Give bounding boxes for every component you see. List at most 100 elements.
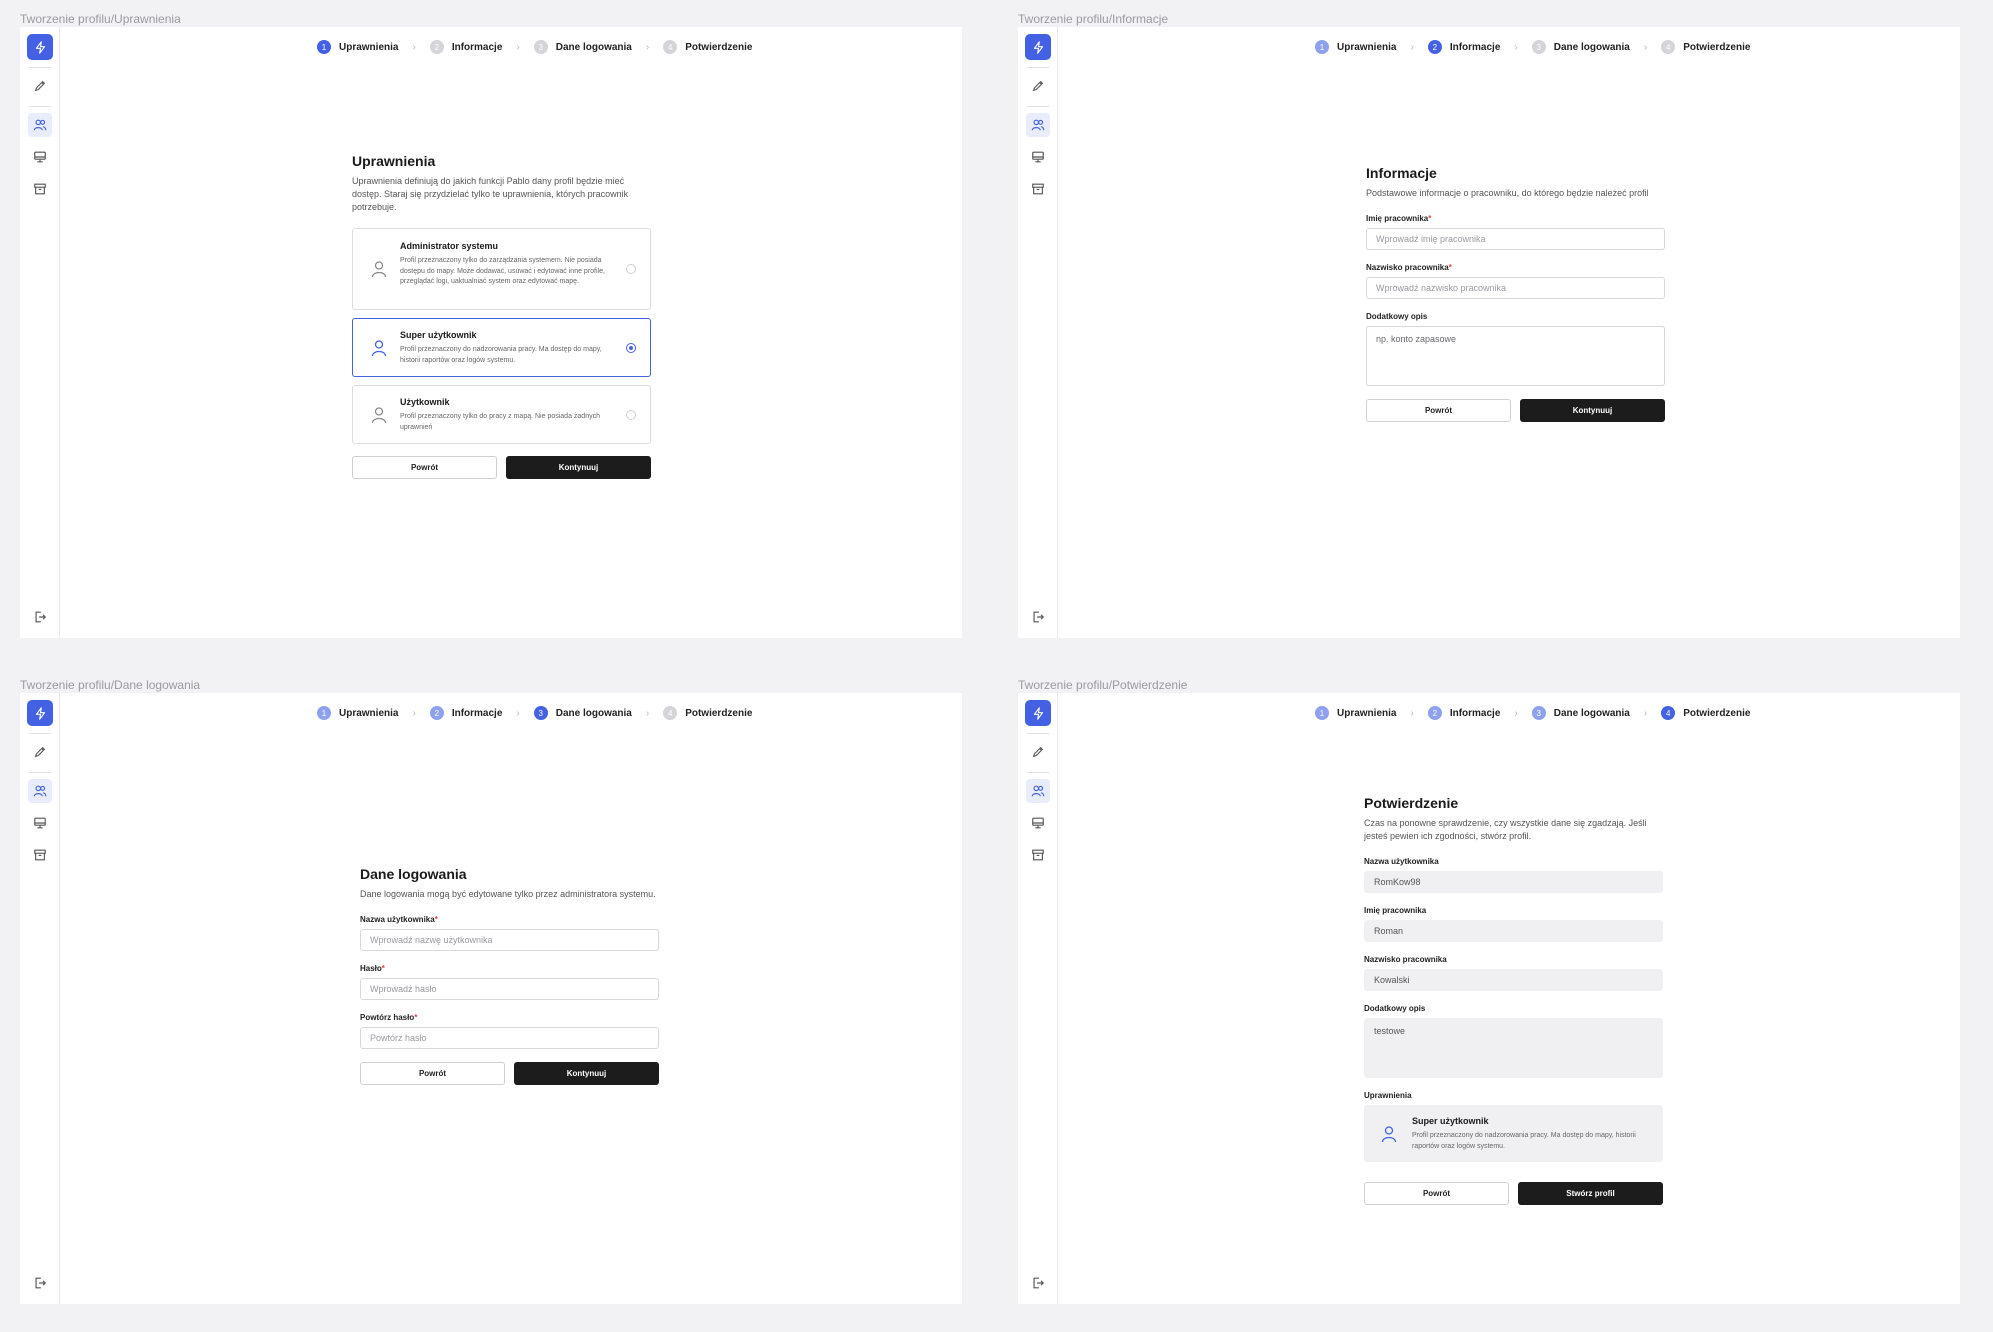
- bolt-icon[interactable]: [27, 700, 53, 726]
- bolt-icon[interactable]: [27, 34, 53, 60]
- permission-title: Super użytkownik: [1412, 1116, 1489, 1126]
- step-potwierdzenie[interactable]: 4 Potwierdzenie: [1661, 40, 1750, 54]
- bolt-icon[interactable]: [1025, 700, 1051, 726]
- step-number: 2: [429, 706, 444, 720]
- option-user[interactable]: Użytkownik Profil przeznaczony tylko do …: [352, 385, 651, 444]
- back-button[interactable]: Powrót: [1366, 399, 1511, 422]
- chevron-right-icon: ›: [412, 41, 416, 53]
- archive-icon[interactable]: [28, 843, 52, 867]
- monitor-icon[interactable]: [1026, 145, 1050, 169]
- step-label: Potwierdzenie: [1683, 707, 1751, 719]
- extra-description-label: Dodatkowy opis: [1364, 1004, 1426, 1013]
- repeat-password-input[interactable]: Powtórz hasło: [360, 1027, 659, 1049]
- step-label: Informacje: [451, 41, 503, 53]
- logout-icon[interactable]: [28, 605, 52, 629]
- step-informacje[interactable]: 2 Informacje: [1427, 706, 1500, 720]
- username-value: RomKow98: [1364, 871, 1663, 893]
- continue-button[interactable]: Kontynuuj: [506, 456, 651, 479]
- option-title: Użytkownik: [400, 397, 450, 407]
- first-name-label: Imię pracownika: [1364, 906, 1427, 915]
- pencil-icon[interactable]: [1026, 74, 1050, 98]
- users-icon[interactable]: [1026, 779, 1050, 803]
- extra-description-value: testowe: [1364, 1018, 1663, 1078]
- step-dane-logowania[interactable]: 3 Dane logowania: [533, 706, 632, 720]
- sidebar-divider: [1027, 772, 1049, 773]
- back-button[interactable]: Powrót: [360, 1062, 505, 1085]
- back-button[interactable]: Powrót: [352, 456, 497, 479]
- back-button[interactable]: Powrót: [1364, 1182, 1509, 1205]
- password-input[interactable]: Wprowadź hasło: [360, 978, 659, 1000]
- option-text: Użytkownik Profil przeznaczony tylko do …: [400, 397, 614, 433]
- step-potwierdzenie[interactable]: 4 Potwierdzenie: [1661, 706, 1750, 720]
- permission-text: Super użytkownik Profil przeznaczony do …: [1412, 1116, 1653, 1152]
- step-label: Dane logowania: [1553, 707, 1630, 719]
- step-informacje[interactable]: 2 Informacje: [1427, 40, 1500, 54]
- radio-super-user[interactable]: [626, 342, 636, 353]
- step-potwierdzenie[interactable]: 4 Potwierdzenie: [663, 706, 752, 720]
- permission-description: Profil przeznaczony do nadzorowania prac…: [1412, 1132, 1636, 1150]
- step-informacje[interactable]: 2 Informacje: [429, 706, 502, 720]
- step-uprawnienia[interactable]: 1 Uprawnienia: [317, 706, 398, 720]
- step-potwierdzenie[interactable]: 4 Potwierdzenie: [663, 40, 752, 54]
- sidebar: [1018, 27, 1058, 638]
- option-super-user[interactable]: Super użytkownik Profil przeznaczony do …: [352, 318, 651, 377]
- step-number: 2: [429, 40, 444, 54]
- archive-icon[interactable]: [1026, 177, 1050, 201]
- monitor-icon[interactable]: [28, 145, 52, 169]
- step-number: 3: [533, 40, 548, 54]
- step-number: 3: [1531, 706, 1546, 720]
- radio-admin[interactable]: [626, 264, 636, 274]
- step-label: Potwierdzenie: [685, 707, 753, 719]
- button-row: Powrót Kontynuuj: [360, 1062, 659, 1085]
- step-uprawnienia[interactable]: 1 Uprawnienia: [1315, 706, 1396, 720]
- frame-informacje: 1 Uprawnienia › 2 Informacje › 3 Dane logow…: [1018, 27, 1960, 638]
- step-number: 4: [663, 706, 678, 720]
- step-label: Dane logowania: [555, 707, 632, 719]
- logout-icon[interactable]: [1026, 605, 1050, 629]
- step-number: 1: [1315, 706, 1329, 720]
- logout-icon[interactable]: [28, 1271, 52, 1295]
- step-informacje[interactable]: 2 Informacje: [429, 40, 503, 54]
- logout-icon[interactable]: [1026, 1271, 1050, 1295]
- monitor-icon[interactable]: [1026, 811, 1050, 835]
- permissions-label: Uprawnienia: [1364, 1091, 1412, 1100]
- frame-label-informacje: Tworzenie profilu/Informacje: [1018, 12, 1169, 26]
- pencil-icon[interactable]: [28, 74, 52, 98]
- option-admin[interactable]: Administrator systemu Profil przeznaczon…: [352, 228, 651, 310]
- step-dane-logowania[interactable]: 3 Dane logowania: [1531, 706, 1630, 720]
- archive-icon[interactable]: [1026, 843, 1050, 867]
- information-form: Informacje Podstawowe informacje o praco…: [1366, 165, 1665, 422]
- continue-button[interactable]: Kontynuuj: [514, 1062, 659, 1085]
- login-data-form: Dane logowania Dane logowania mogą być e…: [360, 866, 659, 1085]
- pencil-icon[interactable]: [28, 740, 52, 764]
- first-name-input[interactable]: Wprowadź imię pracownika: [1366, 228, 1665, 250]
- step-label: Potwierdzenie: [685, 41, 753, 53]
- continue-button[interactable]: Kontynuuj: [1520, 399, 1665, 422]
- username-input[interactable]: Wprowadź nazwę użytkownika: [360, 929, 659, 951]
- step-uprawnienia[interactable]: 1 Uprawnienia: [317, 40, 398, 54]
- stepper: 1 Uprawnienia › 2 Informacje › 3 Dane logow…: [1315, 39, 1750, 55]
- page-title: Potwierdzenie: [1364, 795, 1459, 811]
- step-uprawnienia[interactable]: 1 Uprawnienia: [1315, 40, 1396, 54]
- sidebar: [20, 27, 60, 638]
- archive-icon[interactable]: [28, 177, 52, 201]
- button-row: Powrót Kontynuuj: [352, 456, 651, 479]
- users-icon[interactable]: [1026, 113, 1050, 137]
- users-icon[interactable]: [28, 113, 52, 137]
- monitor-icon[interactable]: [28, 811, 52, 835]
- step-number: 1: [317, 40, 331, 54]
- password-label: Hasło*: [360, 964, 385, 973]
- pencil-icon[interactable]: [1026, 740, 1050, 764]
- chevron-right-icon: ›: [412, 707, 416, 719]
- radio-user[interactable]: [626, 409, 636, 420]
- repeat-password-label: Powtórz hasło*: [360, 1013, 418, 1022]
- step-dane-logowania[interactable]: 3 Dane logowania: [1531, 40, 1630, 54]
- last-name-input[interactable]: Wprowadź nazwisko pracownika: [1366, 277, 1665, 299]
- step-number: 1: [317, 706, 331, 720]
- users-icon[interactable]: [28, 779, 52, 803]
- extra-description-textarea[interactable]: np. konto zapasowe: [1366, 326, 1665, 386]
- step-dane-logowania[interactable]: 3 Dane logowania: [533, 40, 632, 54]
- bolt-icon[interactable]: [1025, 34, 1051, 60]
- create-profile-button[interactable]: Stwórz profil: [1518, 1182, 1663, 1205]
- button-row: Powrót Stwórz profil: [1364, 1182, 1663, 1205]
